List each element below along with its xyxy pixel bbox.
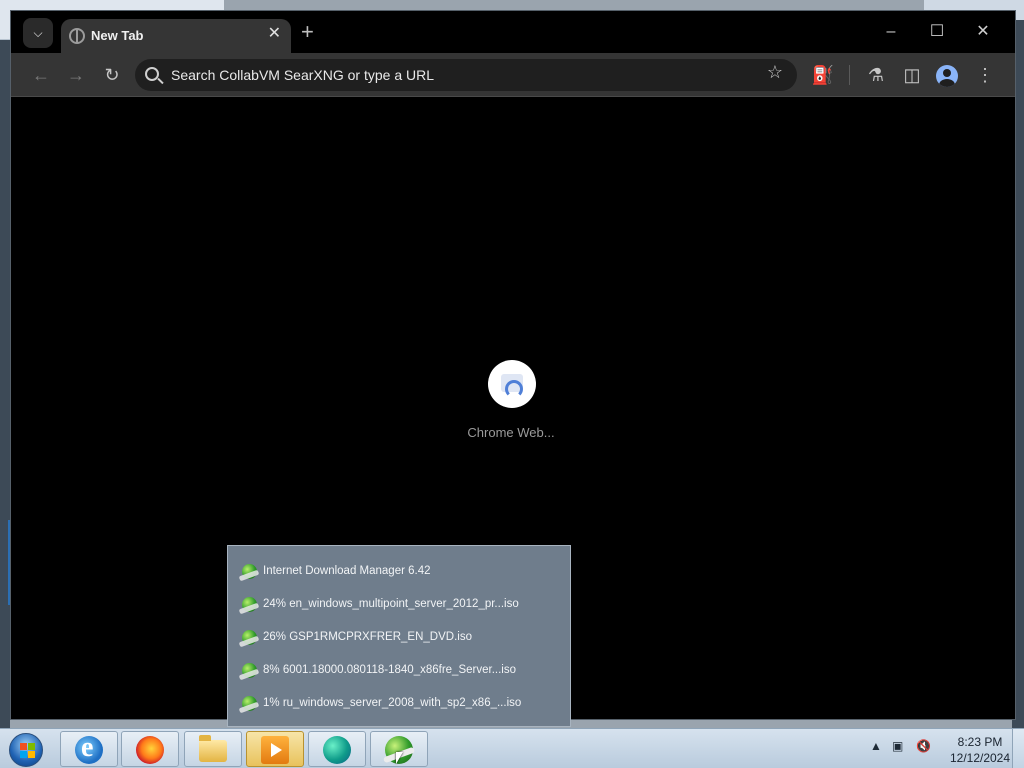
idm-icon: [242, 596, 257, 612]
browser-toolbar: ← → ↻ ☆ ⛽ ⚗ ◫ ⋮: [11, 53, 1015, 97]
internet-explorer-icon: [75, 732, 103, 764]
show-hidden-icons-icon[interactable]: ▲: [870, 739, 882, 753]
side-panel-button[interactable]: ◫: [898, 61, 926, 89]
maximize-button[interactable]: ☐: [920, 19, 954, 45]
forward-button[interactable]: →: [62, 61, 90, 89]
idm-icon: [242, 662, 257, 678]
jump-list-item[interactable]: 8% 6001.18000.080118-1840_x86fre_Server.…: [242, 658, 562, 682]
taskbar: ▲ ▣ 🔇 8:23 PM 12/12/2024: [0, 728, 1024, 768]
title-bar: ⌵ New Tab ✕ + – ☐ ✕: [11, 11, 1015, 53]
address-input[interactable]: [171, 65, 751, 85]
web-store-icon: [501, 374, 523, 398]
address-bar[interactable]: ☆: [135, 59, 797, 91]
extensions-button[interactable]: ⛽: [809, 61, 837, 89]
taskbar-firefox[interactable]: [121, 731, 179, 767]
edge-icon: [323, 736, 351, 764]
start-button[interactable]: [6, 731, 46, 767]
idm-icon: [242, 695, 257, 711]
jump-list-item-label: 8% 6001.18000.080118-1840_x86fre_Server.…: [263, 664, 516, 676]
jump-list-item[interactable]: Internet Download Manager 6.42: [242, 559, 562, 583]
folder-icon: [199, 735, 227, 762]
profile-avatar[interactable]: [936, 65, 958, 87]
jump-list-item[interactable]: 26% GSP1RMCPRXFRER_EN_DVD.iso: [242, 625, 562, 649]
jump-list-item-label: Internet Download Manager 6.42: [263, 565, 431, 577]
taskbar-media-center[interactable]: [246, 731, 304, 767]
jump-list-item[interactable]: 1% ru_windows_server_2008_with_sp2_x86_.…: [242, 691, 562, 715]
idm-jump-list: Internet Download Manager 6.42 24% en_wi…: [227, 545, 571, 727]
idm-icon: [242, 629, 257, 645]
taskbar-internet-explorer[interactable]: [60, 731, 118, 767]
search-icon: [145, 67, 159, 81]
desktop-edge: [0, 40, 10, 728]
chevron-down-icon: ⌵: [33, 25, 43, 40]
jump-list-item-label: 24% en_windows_multipoint_server_2012_pr…: [263, 598, 519, 610]
taskbar-edge[interactable]: [308, 731, 366, 767]
tab-title: New Tab: [91, 28, 144, 43]
clock-date[interactable]: 12/12/2024: [940, 751, 1020, 765]
menu-more-button[interactable]: ⋮: [971, 61, 999, 89]
jump-list-item-label: 26% GSP1RMCPRXFRER_EN_DVD.iso: [263, 631, 472, 643]
jump-list-item-label: 1% ru_windows_server_2008_with_sp2_x86_.…: [263, 697, 522, 709]
back-button[interactable]: ←: [27, 61, 55, 89]
firefox-icon: [136, 736, 164, 764]
loading-label: Chrome Web...: [467, 425, 555, 440]
windows-logo-icon: [9, 733, 43, 767]
reload-button[interactable]: ↻: [98, 61, 126, 89]
tab-new-tab[interactable]: New Tab ✕: [61, 19, 291, 53]
close-tab-icon[interactable]: ✕: [268, 26, 281, 42]
idm-icon: [242, 563, 257, 579]
clock-time[interactable]: 8:23 PM: [940, 735, 1020, 749]
close-window-button[interactable]: ✕: [966, 19, 1000, 45]
loading-spinner: [488, 360, 536, 408]
media-player-icon: [261, 736, 289, 764]
new-tab-button[interactable]: +: [301, 21, 314, 43]
toolbar-separator: [849, 65, 850, 85]
globe-icon: [69, 28, 85, 44]
tab-search-button[interactable]: ⌵: [23, 18, 53, 48]
bookmark-star-icon[interactable]: ☆: [767, 62, 783, 83]
mouse-cursor-icon: [396, 752, 403, 764]
taskbar-file-explorer[interactable]: [184, 731, 242, 767]
system-tray: ▲ ▣ 🔇 8:23 PM 12/12/2024: [862, 731, 1022, 767]
volume-muted-icon[interactable]: 🔇: [916, 739, 931, 753]
minimize-button[interactable]: –: [874, 19, 908, 45]
network-icon[interactable]: ▣: [892, 739, 903, 753]
labs-flask-button[interactable]: ⚗: [862, 61, 890, 89]
jump-list-item[interactable]: 24% en_windows_multipoint_server_2012_pr…: [242, 592, 562, 616]
show-desktop-button[interactable]: [1012, 729, 1024, 768]
